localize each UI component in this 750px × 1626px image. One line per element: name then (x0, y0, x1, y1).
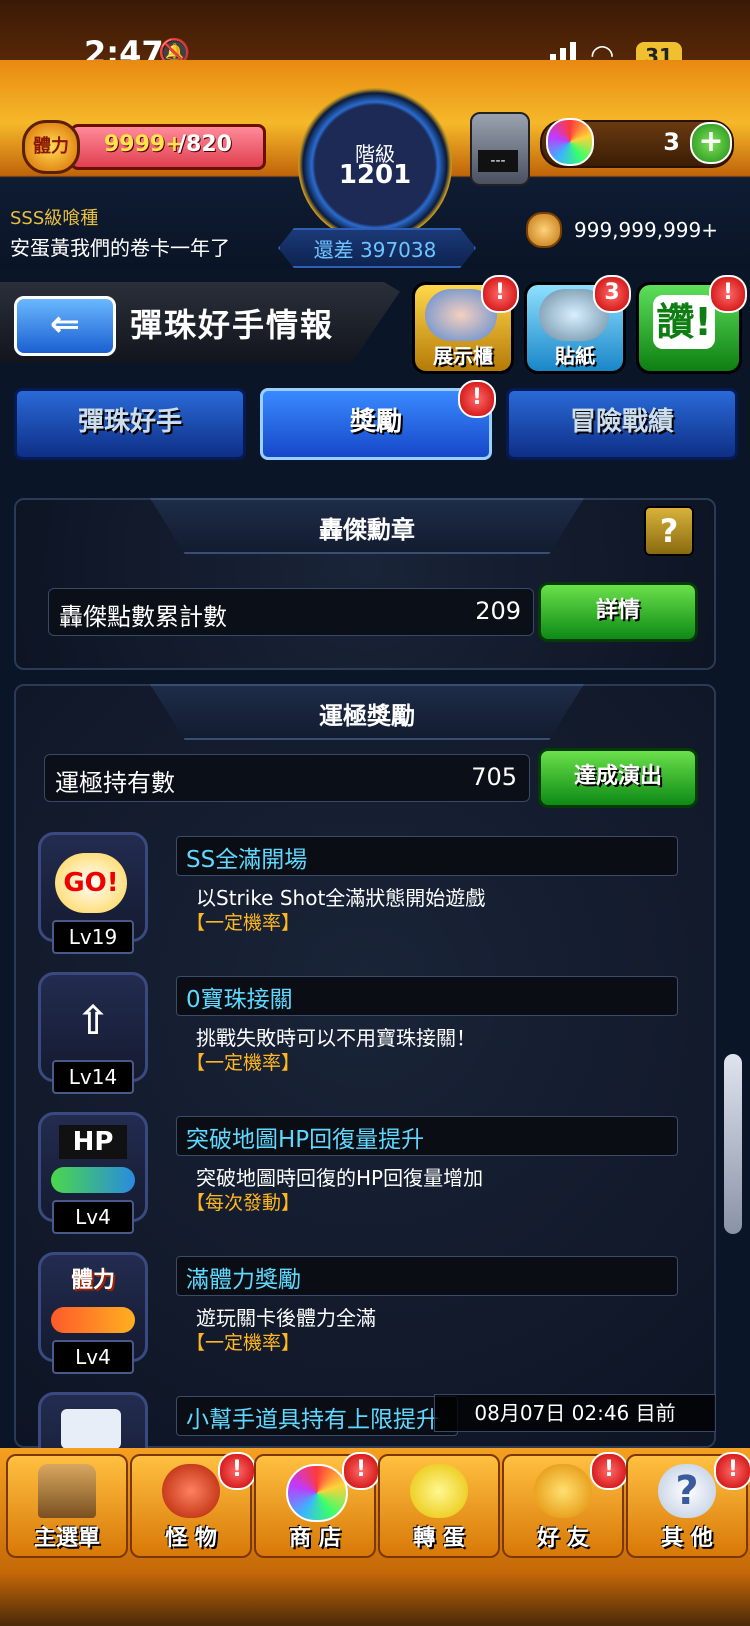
perk-tag: 【一定機率】 (186, 912, 301, 934)
nav-label: 商 店 (289, 1526, 341, 1551)
perk-level: Lv14 (52, 1060, 134, 1094)
gem-machine-icon[interactable] (470, 112, 530, 186)
orb-count: 3 (663, 128, 680, 156)
perk-row: HP Lv4 突破地圖HP回復量提升 突破地圖時回復的HP回復量增加 【每次發動… (36, 1112, 686, 1246)
player-name: 安蛋黃我們的卷卡一年了 (10, 236, 230, 260)
luck-count-value: 705 (471, 763, 517, 791)
medal-panel-title: 轟傑勳章 (319, 516, 415, 544)
sticker-button[interactable]: 貼紙 3 (524, 275, 631, 374)
perk-description: 遊玩關卡後體力全滿 (196, 1306, 376, 1330)
like-label: 讚! (653, 295, 715, 349)
display-case-button[interactable]: 展示櫃 ! (412, 275, 519, 374)
perk-description: 突破地圖時回復的HP回復量增加 (196, 1166, 484, 1190)
nav-shop[interactable]: 商 店 ! (254, 1452, 380, 1558)
alert-badge: ! (714, 1452, 750, 1490)
alert-badge: ! (481, 275, 519, 313)
stamina-icon: 體力 (22, 120, 80, 174)
count-badge: 3 (593, 275, 631, 313)
hp-arrow-bar (51, 1167, 135, 1193)
nav-label: 轉 蛋 (413, 1526, 465, 1551)
nav-monsters[interactable]: 怪 物 ! (130, 1452, 256, 1558)
gate-icon (38, 1464, 96, 1518)
perk-tag: 【一定機率】 (186, 1332, 301, 1354)
perk-row: 體力 Lv4 滿體力獎勵 遊玩關卡後體力全滿 【一定機率】 (36, 1252, 686, 1386)
perk-level: Lv4 (52, 1200, 134, 1234)
medal-points-value: 209 (475, 597, 521, 625)
monster-icon (162, 1464, 220, 1518)
luck-panel-header: 運極獎勵 (150, 684, 584, 740)
perk-level: Lv4 (52, 1340, 134, 1374)
page-title: 彈珠好手情報 (130, 306, 335, 344)
like-button[interactable]: 讚! ! (636, 275, 747, 374)
achievement-show-button[interactable]: 達成演出 (538, 748, 698, 808)
medal-points-row: 轟傑點數累計數 209 (48, 588, 534, 636)
perk-tag: 【一定機率】 (186, 1052, 301, 1074)
nav-label: 其 他 (661, 1526, 713, 1551)
nav-friends[interactable]: 好 友 ! (502, 1452, 628, 1558)
nav-label: 好 友 (537, 1526, 589, 1551)
alert-badge: ! (709, 275, 747, 313)
rank-value: 1201 (338, 160, 412, 190)
luck-panel-title: 運極獎勵 (319, 702, 415, 730)
item-icon (38, 1392, 148, 1448)
add-orb-button[interactable]: + (690, 122, 732, 164)
alert-badge: ! (590, 1452, 628, 1490)
perk-description: 以Strike Shot全滿狀態開始遊戲 (196, 886, 486, 910)
perk-name: 滿體力獎勵 (186, 1267, 301, 1293)
alert-badge: ! (458, 380, 496, 418)
friends-icon (534, 1464, 592, 1518)
luck-count-row: 運極持有數 705 (44, 754, 530, 802)
perk-row: ⇧ Lv14 0寶珠接關 挑戰失敗時可以不用寶珠接關！ 【一定機率】 (36, 972, 686, 1106)
nav-other[interactable]: ? 其 他 ! (626, 1452, 750, 1558)
help-button[interactable]: ? (644, 506, 694, 556)
stamina-arrow-bar (51, 1307, 135, 1333)
display-case-label: 展示櫃 (433, 344, 493, 368)
rainbow-orb-icon (286, 1464, 348, 1522)
nav-gacha[interactable]: 轉 蛋 (378, 1454, 500, 1558)
medal-panel-header: 轟傑勳章 (150, 498, 584, 554)
timestamp: 08月07日 02:46 目前 (434, 1394, 716, 1432)
perk-row: GO! Lv19 SS全滿開場 以Strike Shot全滿狀態開始遊戲 【一定… (36, 832, 686, 966)
stamina-icon-text: 體力 (70, 1268, 115, 1293)
sticker-label: 貼紙 (555, 344, 595, 368)
medal-panel: 轟傑勳章 轟傑點數累計數 209 詳情 (14, 498, 716, 670)
perk-tag: 【每次發動】 (186, 1192, 301, 1214)
perk-name: 小幫手道具持有上限提升 (186, 1407, 439, 1433)
perk-name: 0寶珠接關 (186, 987, 293, 1013)
hp-icon-text: HP (59, 1125, 127, 1159)
stamina-max: /820 (178, 132, 232, 157)
go-icon-text: GO! (55, 853, 127, 913)
player-title: SSS級喰種 (10, 208, 99, 229)
wings-glyph: ⇧ (76, 998, 110, 1044)
alert-badge: ! (218, 1452, 256, 1490)
details-button[interactable]: 詳情 (538, 582, 698, 642)
item-card (61, 1409, 121, 1448)
nav-label: 怪 物 (165, 1526, 217, 1551)
luck-count-label: 運極持有數 (55, 769, 175, 797)
alert-badge: ! (342, 1452, 380, 1490)
nav-label: 主選單 (33, 1526, 100, 1551)
rainbow-orb-icon (546, 118, 594, 166)
perk-name: 突破地圖HP回復量提升 (186, 1127, 425, 1153)
gem-machine-label: --- (478, 150, 518, 172)
medal-points-label: 轟傑點數累計數 (59, 603, 227, 631)
perk-name: SS全滿開場 (186, 847, 308, 873)
coin-icon (526, 212, 562, 248)
tab-player[interactable]: 彈珠好手 (14, 388, 246, 460)
scrollbar[interactable] (724, 1054, 742, 1234)
back-button[interactable]: ⇐ (14, 296, 116, 356)
tab-adventure[interactable]: 冒險戰績 (506, 388, 738, 460)
stamina-current: 9999+ (104, 132, 184, 157)
egg-icon (410, 1464, 468, 1518)
question-icon: ? (658, 1464, 716, 1518)
exp-remaining: 還差 397038 (313, 238, 437, 262)
perk-description: 挑戰失敗時可以不用寶珠接關！ (196, 1026, 476, 1050)
perk-level: Lv19 (52, 920, 134, 954)
coin-count: 999,999,999+ (574, 218, 718, 242)
nav-main-menu[interactable]: 主選單 (6, 1454, 128, 1558)
